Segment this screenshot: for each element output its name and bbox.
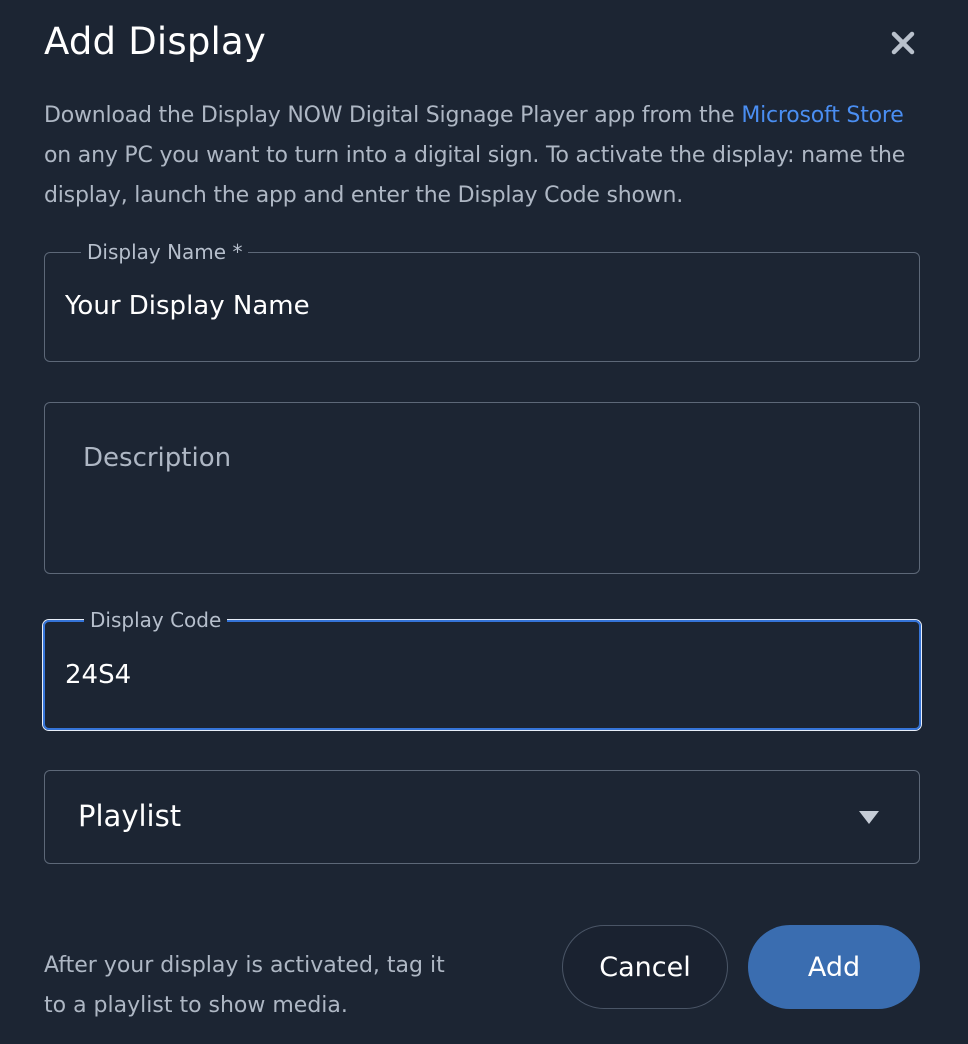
intro-text: Download the Display NOW Digital Signage… <box>44 96 914 216</box>
intro-text-start: Download the Display NOW Digital Signage… <box>44 103 742 128</box>
display-name-field[interactable]: Display Name * Your Display Name <box>44 240 920 362</box>
close-button[interactable] <box>884 24 922 62</box>
dialog-title: Add Display <box>44 20 266 63</box>
display-code-label: Display Code <box>84 608 228 632</box>
chevron-down-icon <box>859 811 879 824</box>
add-button[interactable]: Add <box>748 925 920 1009</box>
add-display-dialog: Add Display Download the Display NOW Dig… <box>0 0 968 1044</box>
description-field[interactable]: Description <box>44 402 920 574</box>
display-code-value: 24S4 <box>65 660 132 690</box>
cancel-button[interactable]: Cancel <box>562 925 728 1009</box>
playlist-select[interactable]: Playlist <box>44 770 920 864</box>
close-icon <box>891 31 915 55</box>
intro-text-end: on any PC you want to turn into a digita… <box>44 143 906 208</box>
microsoft-store-link[interactable]: Microsoft Store <box>741 103 903 128</box>
display-name-value: Your Display Name <box>65 291 310 321</box>
playlist-selected-value: Playlist <box>78 799 182 833</box>
footer-note: After your display is activated, tag it … <box>44 953 445 1018</box>
description-placeholder: Description <box>83 443 232 473</box>
display-code-field[interactable]: Display Code 24S4 <box>43 608 921 730</box>
display-name-label: Display Name * <box>81 240 249 264</box>
